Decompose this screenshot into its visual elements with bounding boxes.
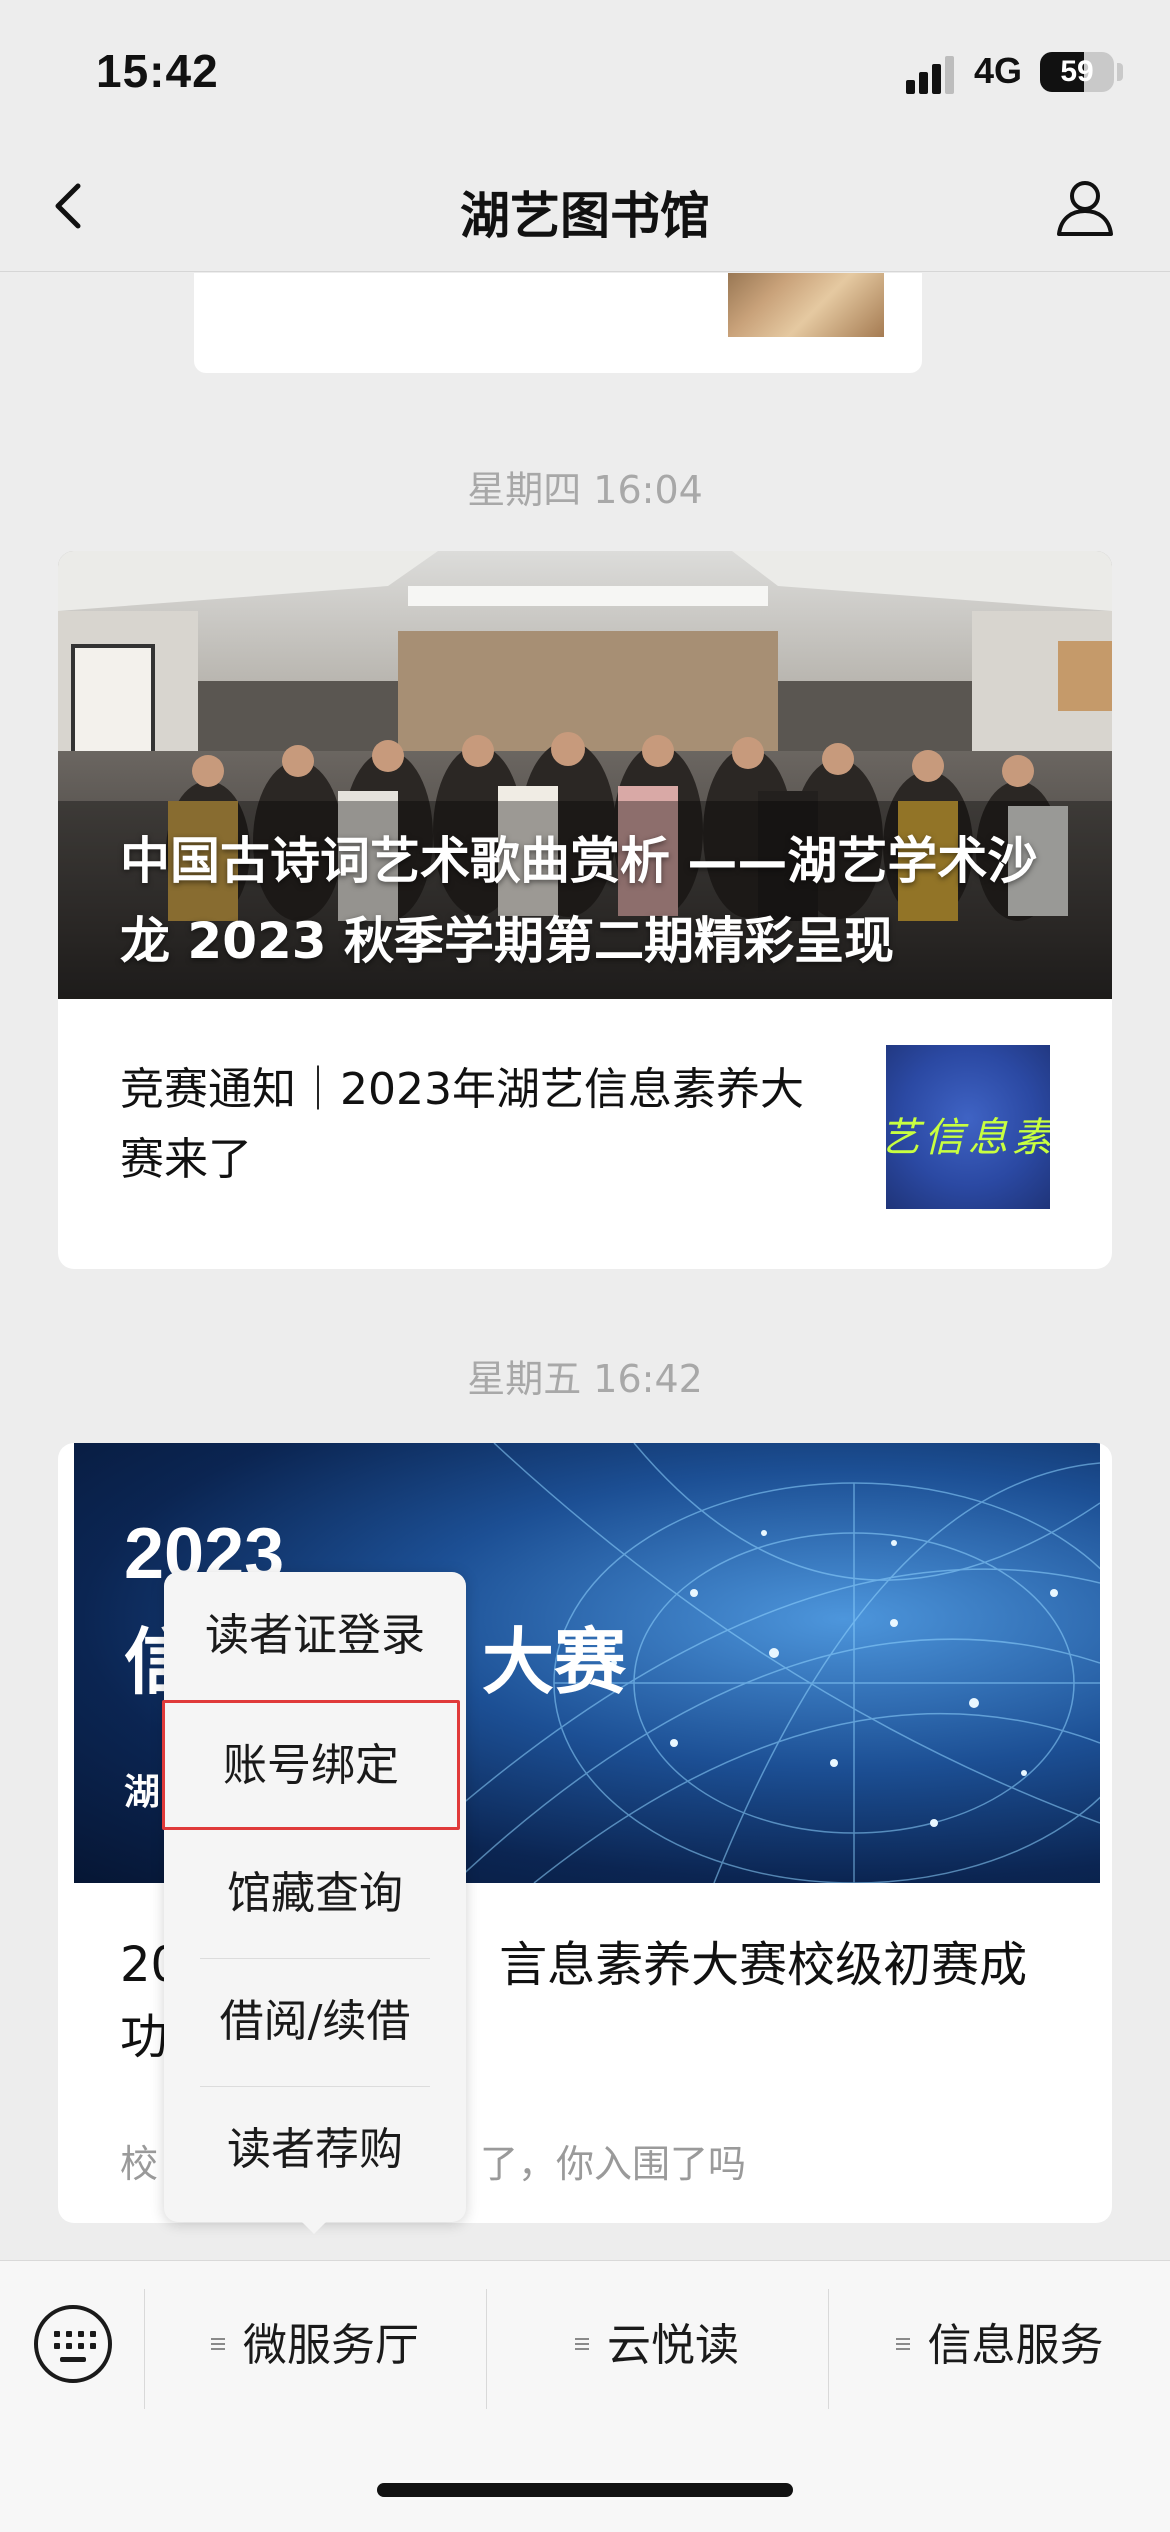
status-bar: 15:42 4G 59 [0, 0, 1170, 140]
article-card[interactable]: 中国古诗词艺术歌曲赏析 ——湖艺学术沙龙 2023 秋季学期第二期精彩呈现 竞赛… [58, 551, 1112, 1269]
menu-item-reader-recommend[interactable]: 读者荐购 [164, 2086, 466, 2214]
menu-item-reader-card-login[interactable]: 读者证登录 [164, 1572, 466, 1700]
tab-cloud-reading[interactable]: 云悦读 [487, 2301, 827, 2391]
service-popup-menu: 读者证登录 账号绑定 馆藏查询 借阅/续借 读者荐购 [162, 1572, 466, 2222]
popup-pointer [296, 2216, 332, 2234]
sub-article-title: 竞赛通知｜2023年湖艺信息素养大赛来了 [120, 1064, 804, 1185]
battery-percent: 59 [1060, 55, 1094, 88]
menu-item-account-binding[interactable]: 账号绑定 [162, 1700, 460, 1830]
description-end: 了，你入围了吗 [480, 2142, 747, 2186]
hero-headline: 中国古诗词艺术歌曲赏析 ——湖艺学术沙龙 2023 秋季学期第二期精彩呈现 [120, 832, 1038, 970]
keyboard-icon[interactable] [34, 2305, 112, 2383]
cellular-signal-icon [906, 54, 958, 94]
status-time: 15:42 [96, 45, 219, 97]
person-icon[interactable] [1052, 174, 1118, 240]
message-timestamp: 星期四 16:04 [467, 468, 703, 512]
message-timestamp: 星期五 16:42 [467, 1357, 703, 1401]
battery-icon: 59 [1040, 52, 1114, 92]
tab-label: 云悦读 [607, 2320, 739, 2371]
home-indicator[interactable] [377, 2483, 793, 2497]
article-thumbnail [728, 273, 884, 337]
article-title-line2: 功 [120, 2009, 169, 2065]
tab-information-service[interactable]: 信息服务 [829, 2301, 1170, 2391]
sub-article-thumbnail: 艺信息素养 [886, 1045, 1050, 1209]
banner-title-end: 大赛 [482, 1620, 627, 1704]
bottom-menu-bar: 微服务厅 云悦读 信息服务 [0, 2260, 1170, 2532]
menu-lines-icon [895, 2336, 910, 2352]
description-start: 校 [120, 2142, 159, 2186]
tab-micro-service-hall[interactable]: 微服务厅 [145, 2301, 485, 2391]
menu-lines-icon [575, 2336, 589, 2352]
battery-cap [1117, 63, 1123, 81]
previous-article-card[interactable] [194, 273, 922, 373]
menu-lines-icon [211, 2336, 225, 2352]
thumbnail-text: 艺信息素养 [886, 1115, 1050, 1161]
network-type: 4G [974, 50, 1023, 91]
group-photo[interactable]: 中国古诗词艺术歌曲赏析 ——湖艺学术沙龙 2023 秋季学期第二期精彩呈现 [58, 551, 1112, 999]
page-title: 湖艺图书馆 [460, 187, 710, 245]
tab-label: 微服务厅 [243, 2320, 419, 2371]
article-title-end: 言息素养大赛校级初赛成 [499, 1937, 1028, 1993]
menu-item-borrow-renew[interactable]: 借阅/续借 [164, 1958, 466, 2086]
menu-item-collection-search[interactable]: 馆藏查询 [164, 1830, 466, 1958]
sub-article-item[interactable]: 竞赛通知｜2023年湖艺信息素养大赛来了 艺信息素养 [58, 999, 1112, 1269]
tab-label: 信息服务 [927, 2320, 1104, 2371]
nav-bar: 湖艺图书馆 [0, 140, 1170, 272]
banner-subtitle: 湖 [124, 1772, 161, 1813]
